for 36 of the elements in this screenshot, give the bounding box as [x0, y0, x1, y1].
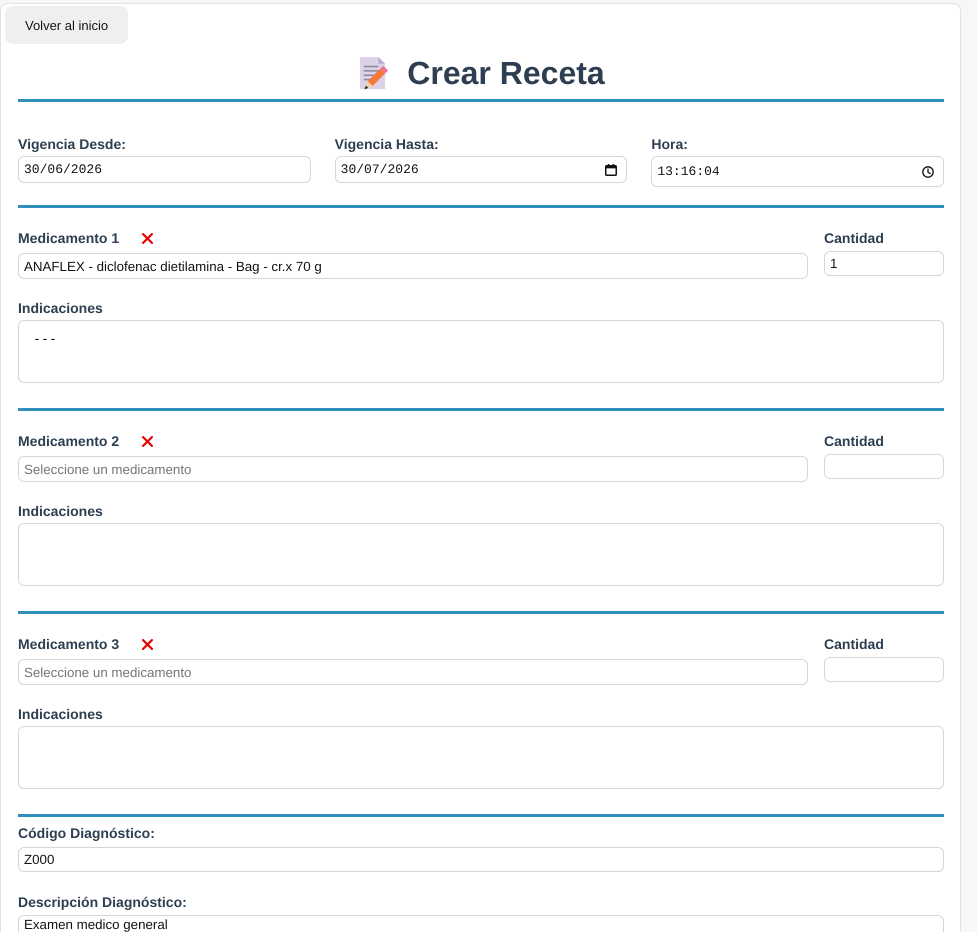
indications-field[interactable]	[18, 726, 944, 789]
time-field[interactable]: 13:16:04	[651, 156, 944, 187]
field-label: Medicamento 2	[18, 432, 120, 450]
field-label: Vigencia Hasta:	[334, 135, 440, 153]
medication-field[interactable]: ANAFLEX - diclofenac dietilamina - Bag - cr.x 70 g	[18, 253, 808, 279]
medication-field[interactable]: Seleccione un medicamento	[18, 659, 808, 685]
field-label: Código Diagnóstico:	[18, 824, 156, 842]
close-icon[interactable]	[142, 436, 154, 446]
field-label: Hora:	[651, 135, 689, 153]
date-field[interactable]: 30/07/2026	[334, 156, 628, 183]
medication-field[interactable]: Seleccione un medicamento	[18, 456, 808, 482]
quantity-field[interactable]	[824, 454, 944, 479]
close-icon[interactable]	[142, 232, 154, 244]
document-pencil-icon	[357, 56, 390, 90]
field-label: Descripción Diagnóstico:	[18, 893, 188, 911]
calendar-icon[interactable]	[605, 164, 618, 176]
page-title: Crear Receta	[407, 54, 605, 93]
clock-icon[interactable]	[922, 166, 934, 178]
diagnosis-description-field[interactable]: Examen medico general	[18, 915, 944, 932]
indications-field[interactable]: ---	[18, 320, 944, 383]
field-label: Medicamento 3	[18, 635, 120, 653]
field-label: Indicaciones	[18, 502, 104, 520]
field-label: Cantidad	[824, 229, 885, 247]
quantity-field[interactable]: 1	[824, 251, 944, 276]
field-label: Indicaciones	[18, 705, 104, 723]
back-button[interactable]: Volver al inicio	[5, 6, 128, 44]
diagnosis-code-field[interactable]: Z000	[18, 847, 944, 872]
field-label: Cantidad	[824, 432, 885, 450]
field-label: Medicamento 1	[18, 229, 120, 247]
field-label: Vigencia Desde:	[18, 135, 127, 153]
indications-field[interactable]	[18, 523, 944, 586]
field-label: Cantidad	[824, 635, 885, 653]
field-label: Indicaciones	[18, 299, 104, 317]
quantity-field[interactable]	[824, 657, 944, 682]
close-icon[interactable]	[142, 638, 154, 650]
date-field[interactable]: 30/06/2026	[18, 156, 311, 183]
